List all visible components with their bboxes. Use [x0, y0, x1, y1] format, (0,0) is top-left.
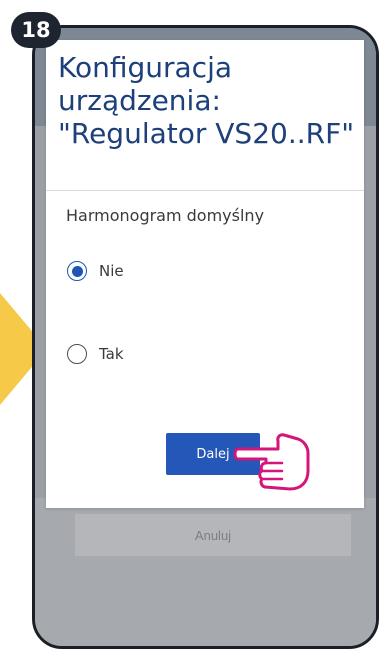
- radio-option-tak[interactable]: Tak: [67, 344, 124, 364]
- default-schedule-label: Harmonogram domyślny: [66, 206, 265, 225]
- step-badge: 18: [11, 12, 61, 48]
- divider: [46, 190, 364, 191]
- configuration-dialog: Konfiguracja urządzenia: "Regulator VS20…: [46, 40, 364, 508]
- radio-button-unselected[interactable]: [67, 344, 87, 364]
- hand-pointer-icon: [233, 433, 310, 491]
- cancel-button[interactable]: Anuluj: [75, 514, 351, 556]
- radio-label-tak: Tak: [99, 345, 124, 363]
- radio-button-selected[interactable]: [67, 261, 87, 281]
- dialog-title: Konfiguracja urządzenia: "Regulator VS20…: [58, 51, 355, 150]
- radio-label-nie: Nie: [99, 262, 124, 280]
- radio-option-nie[interactable]: Nie: [67, 261, 124, 281]
